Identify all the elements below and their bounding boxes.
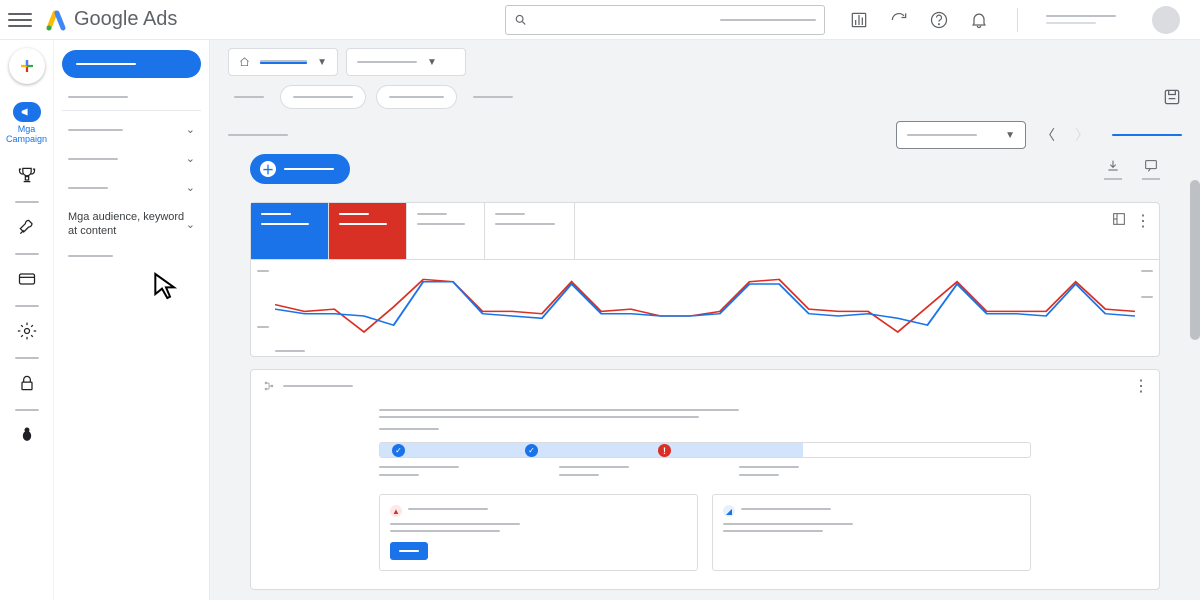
panel-item[interactable]: ⌄: [62, 144, 201, 173]
chart-card: ⋮: [250, 202, 1160, 357]
panel-audience[interactable]: Mga audience, keyword at content⌄: [62, 202, 201, 247]
rail-placeholder: [15, 409, 39, 411]
check-badge: [392, 444, 405, 457]
account-selector[interactable]: ▼: [228, 48, 338, 76]
bell-icon[interactable]: [969, 10, 989, 30]
search-hint: [720, 19, 816, 21]
panel-item[interactable]: [62, 247, 201, 265]
card-header: [259, 378, 1151, 394]
filter-chip[interactable]: [280, 85, 366, 109]
toolbar: ▼ 〈 〉: [210, 116, 1200, 154]
metric-tab-4[interactable]: [485, 203, 575, 259]
campaign-selector[interactable]: ▼: [346, 48, 466, 76]
avatar[interactable]: [1152, 6, 1180, 34]
gear-icon[interactable]: [17, 321, 37, 341]
rail-placeholder: [15, 357, 39, 359]
rail-campaigns[interactable]: Mga Campaign: [0, 96, 53, 151]
compare-link[interactable]: [1112, 134, 1182, 136]
card-mini-actions: [1104, 158, 1160, 180]
panel-item[interactable]: ⌄: [62, 115, 201, 144]
line-chart: [275, 268, 1135, 348]
more-icon[interactable]: ⋮: [1133, 376, 1149, 396]
menu-icon[interactable]: [8, 8, 32, 32]
side-panel: ⌄ ⌄ ⌄ Mga audience, keyword at content⌄: [54, 40, 210, 600]
progress-bar: [379, 442, 1031, 458]
top-header: Google Ads: [0, 0, 1200, 40]
fire-icon: ▲: [390, 505, 402, 517]
next-period: 〉: [1070, 123, 1094, 147]
card-icon[interactable]: [17, 269, 37, 289]
chevron-down-icon: ⌄: [186, 181, 195, 194]
save-icon[interactable]: [1162, 87, 1182, 107]
scope-bar: ▼ ▼: [210, 40, 1200, 78]
brand-logo[interactable]: Google Ads: [44, 8, 177, 32]
tree-icon: [263, 380, 275, 392]
new-button[interactable]: ＋: [250, 154, 350, 184]
nav-rail: Mga Campaign: [0, 40, 54, 600]
rail-campaigns-label: Mga Campaign: [0, 125, 53, 145]
recommendations-card: ⋮ ▲: [250, 369, 1160, 590]
rail-placeholder: [15, 201, 39, 203]
tools-icon[interactable]: [17, 217, 37, 237]
megaphone-icon: [20, 105, 34, 119]
download-icon: [1105, 158, 1121, 174]
chart-icon: ◢: [723, 505, 735, 517]
filter-label: [228, 85, 270, 109]
download-button[interactable]: [1104, 158, 1122, 180]
add-filter[interactable]: [467, 85, 519, 109]
account-label[interactable]: [1046, 15, 1116, 24]
chart-area: [251, 260, 1159, 356]
insights-icon[interactable]: [849, 10, 869, 30]
recommendation-item[interactable]: ◢: [712, 494, 1031, 571]
trophy-icon[interactable]: [17, 165, 37, 185]
page-title: [228, 134, 288, 136]
divider: [1017, 8, 1018, 32]
search-box[interactable]: [505, 5, 825, 35]
feedback-button[interactable]: [1142, 158, 1160, 180]
date-range-selector[interactable]: ▼: [896, 121, 1026, 149]
feedback-icon: [1143, 158, 1159, 174]
panel-item[interactable]: [62, 88, 201, 106]
brand-text: Google Ads: [74, 8, 177, 31]
metric-tab-2[interactable]: [329, 203, 407, 259]
filter-chip[interactable]: [376, 85, 457, 109]
filter-bar: [210, 78, 1200, 116]
rail-placeholder: [15, 253, 39, 255]
plus-icon: [18, 57, 36, 75]
panel-active-item[interactable]: [62, 50, 201, 78]
search-input[interactable]: [528, 12, 720, 27]
scroll-thumb[interactable]: [1190, 180, 1200, 340]
create-button[interactable]: [9, 48, 45, 84]
metric-tabs: ⋮: [251, 203, 1159, 260]
bug-icon[interactable]: [17, 425, 37, 445]
prev-period[interactable]: 〈: [1036, 123, 1060, 147]
metric-tab-1[interactable]: [251, 203, 329, 259]
alert-badge: [658, 444, 671, 457]
chevron-down-icon: ⌄: [186, 152, 195, 165]
help-icon[interactable]: [929, 10, 949, 30]
header-actions: [837, 6, 1192, 34]
main-content: ▼ ▼ ▼ 〈 〉 ＋: [210, 40, 1200, 600]
rail-placeholder: [15, 305, 39, 307]
scrollbar[interactable]: [1190, 40, 1200, 600]
caret-down-icon: ▼: [317, 57, 327, 68]
chevron-down-icon: ⌄: [186, 218, 195, 231]
refresh-icon[interactable]: [889, 10, 909, 30]
chevron-down-icon: ⌄: [186, 123, 195, 136]
check-badge: [525, 444, 538, 457]
search-icon: [514, 13, 528, 27]
lock-icon[interactable]: [17, 373, 37, 393]
plus-icon: ＋: [260, 161, 276, 177]
recommendation-item[interactable]: ▲: [379, 494, 698, 571]
panel-item[interactable]: ⌄: [62, 173, 201, 202]
home-icon: [239, 55, 250, 69]
caret-down-icon: ▼: [1005, 130, 1015, 141]
ads-logo-icon: [44, 8, 68, 32]
expand-icon[interactable]: [1111, 211, 1127, 227]
caret-down-icon: ▼: [427, 57, 437, 68]
metric-tab-3[interactable]: [407, 203, 485, 259]
more-icon[interactable]: ⋮: [1135, 211, 1151, 231]
apply-button[interactable]: [390, 542, 428, 560]
